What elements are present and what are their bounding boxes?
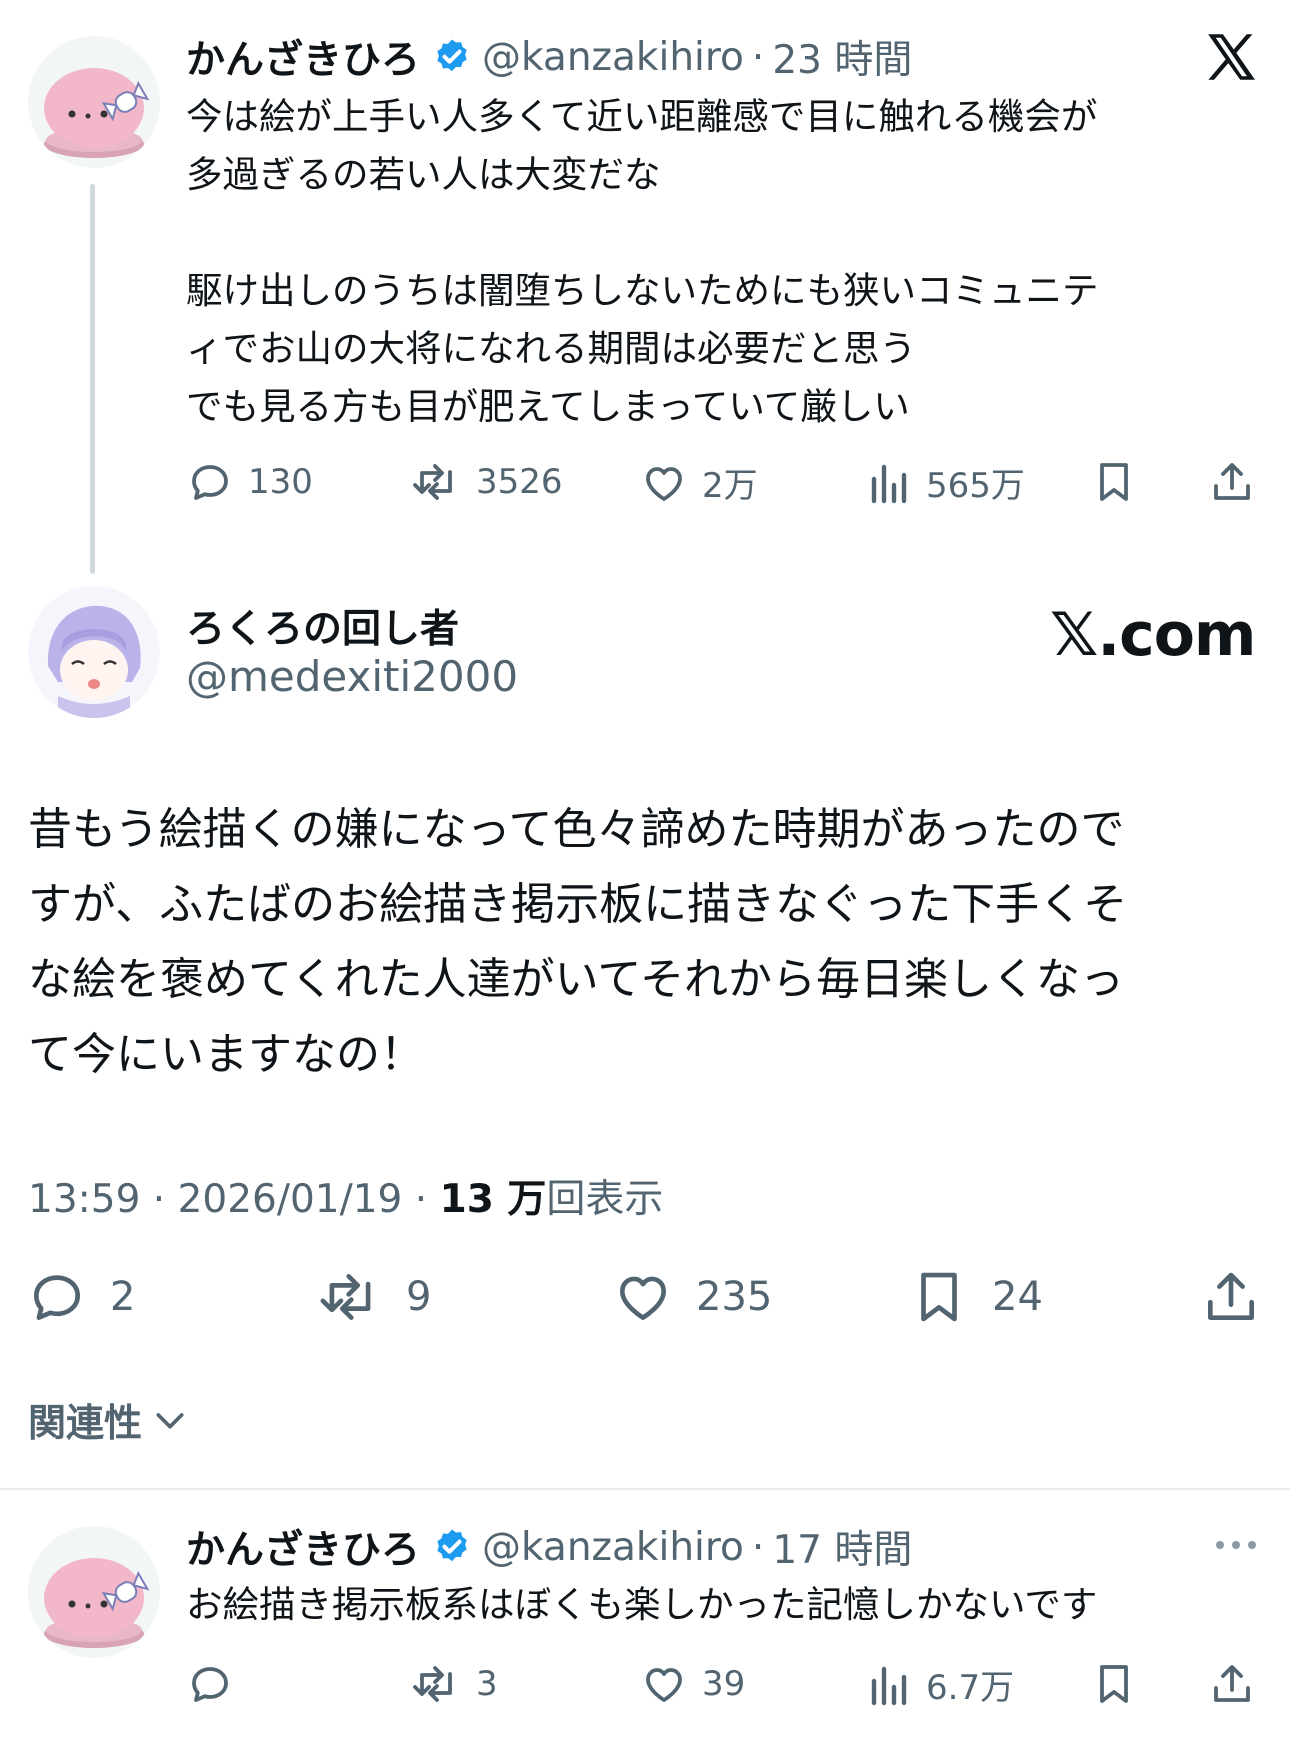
text-line: な絵を褒めてくれた人達がいてそれから毎日楽しくなっ	[28, 954, 1125, 1005]
verified-badge-icon	[437, 39, 467, 72]
display-name[interactable]: かんざきひろ	[186, 29, 420, 85]
text-line: 駆け出しのうちは闇堕ちしないためにも狭いコミュニテ	[186, 269, 1099, 312]
handle[interactable]: @medexiti2000	[186, 652, 518, 701]
like-count: 235	[696, 1274, 773, 1320]
octopus-avatar-icon	[28, 1526, 160, 1658]
reply-tweet-header: かんざきひろ @kanzakihiro · 17 時間	[186, 1520, 912, 1574]
display-name[interactable]: ろくろの回し者	[186, 598, 459, 654]
share-button[interactable]	[1208, 1660, 1256, 1708]
views-button[interactable]: 565万	[868, 458, 1025, 507]
reply-count: 130	[248, 462, 313, 502]
reply-button[interactable]	[186, 1660, 248, 1708]
reply-icon	[192, 465, 228, 500]
repost-count: 3526	[476, 462, 563, 502]
view-count: 565万	[926, 466, 1025, 506]
repost-icon	[413, 464, 452, 500]
repost-button[interactable]: 3	[410, 1660, 498, 1708]
repost-button[interactable]: 9	[316, 1266, 431, 1328]
tweet-metadata: 13:59 · 2026/01/19 · 13 万回表示	[28, 1168, 663, 1224]
separator-dot: ·	[751, 34, 765, 80]
text-line: 昔もう絵描くの嫌になって色々諦めた時期があったので	[28, 804, 1125, 855]
heart-icon	[620, 1276, 666, 1320]
bookmark-icon	[1100, 463, 1128, 501]
text-line: すが、ふたばのお絵描き掲示板に描きなぐった下手くそ	[28, 879, 1128, 930]
verified-badge-icon	[437, 1529, 467, 1562]
like-button[interactable]: 235	[612, 1266, 772, 1328]
x-logo-icon	[1208, 34, 1255, 80]
quoted-tweet-text: 今は絵が上手い人多くて近い距離感で目に触れる機会が 多過ぎるの若い人は大変だな …	[186, 88, 1246, 436]
bookmark-button[interactable]	[1090, 1660, 1138, 1708]
share-icon	[1208, 1272, 1254, 1320]
more-dots-icon	[1216, 1541, 1256, 1549]
heart-icon	[646, 1668, 682, 1702]
share-icon	[1214, 463, 1250, 500]
reply-tweet-text: お絵描き掲示板系はぼくも楽しかった記憶しかないです	[186, 1583, 1098, 1626]
text-line: 多過ぎるの若い人は大変だな	[186, 153, 661, 196]
post-timestamp[interactable]: 13:59 · 2026/01/19 ·	[28, 1177, 440, 1222]
quoted-tweet-header: かんざきひろ @kanzakihiro · 23 時間	[186, 30, 912, 84]
repost-button[interactable]: 3526	[410, 458, 563, 506]
bookmark-button[interactable]	[1090, 458, 1138, 506]
views-button[interactable]: 6.7万	[868, 1660, 1014, 1709]
text-line: ィでお山の大将になれる期間は必要だと思う	[186, 327, 916, 370]
relevance-sort-dropdown[interactable]: 関連性	[28, 1392, 190, 1447]
share-icon	[1214, 1665, 1250, 1702]
avatar-medexiti2000[interactable]	[28, 586, 160, 718]
reply-button[interactable]: 130	[186, 458, 313, 506]
reply-icon	[192, 1667, 228, 1702]
bookmark-button[interactable]: 24	[908, 1266, 1043, 1328]
handle[interactable]: @kanzakihiro	[482, 35, 744, 80]
like-count: 2万	[702, 466, 758, 506]
like-button[interactable]: 2万	[640, 458, 758, 507]
repost-icon	[413, 1666, 452, 1702]
handle[interactable]: @kanzakihiro	[482, 1525, 744, 1570]
bookmark-count: 24	[992, 1274, 1043, 1320]
avatar-kanzakihiro[interactable]	[28, 36, 160, 168]
reply-button[interactable]: 2	[26, 1266, 135, 1328]
repost-count: 3	[476, 1664, 498, 1704]
reply-count: 2	[110, 1274, 136, 1320]
bookmark-icon	[1100, 1665, 1128, 1703]
repost-icon	[320, 1274, 371, 1320]
post-time[interactable]: 17 時間	[772, 1519, 912, 1575]
octopus-avatar-icon	[28, 36, 160, 168]
separator-dot: ·	[751, 1524, 765, 1570]
text-line-blank	[186, 204, 1246, 262]
heart-icon	[646, 466, 682, 501]
post-time[interactable]: 23 時間	[772, 29, 912, 85]
like-button[interactable]: 39	[640, 1660, 745, 1708]
share-button[interactable]	[1208, 458, 1256, 506]
anime-girl-avatar-icon	[28, 586, 160, 718]
divider	[0, 1488, 1290, 1490]
share-button[interactable]	[1200, 1266, 1262, 1328]
text-line: て今にいますなの！	[28, 1029, 424, 1080]
text-line: 今は絵が上手い人多くて近い距離感で目に触れる機会が	[186, 95, 1098, 138]
reply-icon	[34, 1275, 80, 1320]
main-tweet-text: 昔もう絵描くの嫌になって色々諦めた時期があったので すが、ふたばのお絵描き掲示板…	[28, 792, 1268, 1092]
relevance-label: 関連性	[28, 1401, 143, 1445]
like-count: 39	[702, 1664, 746, 1704]
thread-line	[90, 184, 95, 574]
analytics-icon	[871, 464, 907, 503]
view-count: 6.7万	[926, 1668, 1015, 1708]
analytics-icon	[871, 1666, 907, 1705]
more-options-button[interactable]	[1212, 1530, 1260, 1564]
bookmark-icon	[921, 1272, 957, 1322]
views-label: 回表示	[546, 1177, 664, 1222]
x-com-watermark: 𝕏.com	[1050, 600, 1256, 670]
text-line: でも見る方も目が肥えてしまっていて厳しい	[186, 385, 910, 428]
views-count: 13 万	[439, 1177, 547, 1222]
avatar-kanzakihiro[interactable]	[28, 1526, 160, 1658]
repost-count: 9	[406, 1274, 432, 1320]
display-name[interactable]: かんざきひろ	[186, 1519, 420, 1575]
chevron-down-icon	[156, 1412, 184, 1428]
